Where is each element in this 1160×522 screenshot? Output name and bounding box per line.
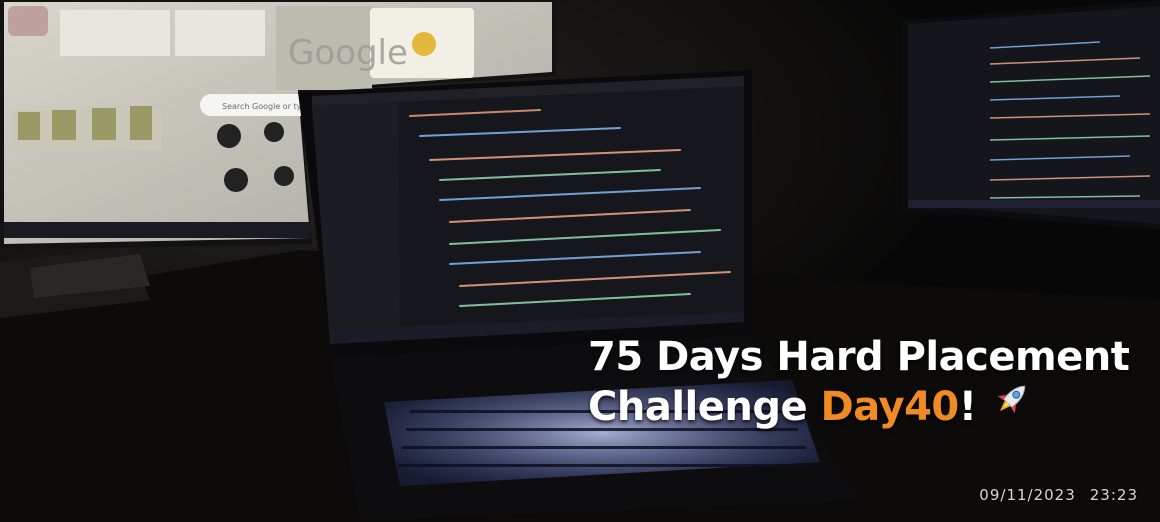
caption-line-2: Challenge Day40! xyxy=(588,382,1154,436)
caption-line-1: 75 Days Hard Placement xyxy=(588,334,1130,380)
caption-line-2-prefix: Challenge xyxy=(588,384,821,430)
right-monitor xyxy=(902,0,1160,230)
photo-timestamp: 09/11/2023 23:23 xyxy=(979,486,1138,504)
google-logo: Google xyxy=(288,33,408,73)
timestamp-date: 09/11/2023 xyxy=(979,486,1076,504)
photo-scene: Google Search Google or type a URL xyxy=(0,0,1160,522)
caption-line-2-suffix: ! xyxy=(958,384,977,430)
caption-day-highlight: Day40 xyxy=(820,384,960,430)
timestamp-time: 23:23 xyxy=(1089,486,1138,504)
rocket-icon xyxy=(991,378,1033,432)
challenge-caption: 75 Days Hard Placement Challenge Day40! xyxy=(588,332,1154,436)
